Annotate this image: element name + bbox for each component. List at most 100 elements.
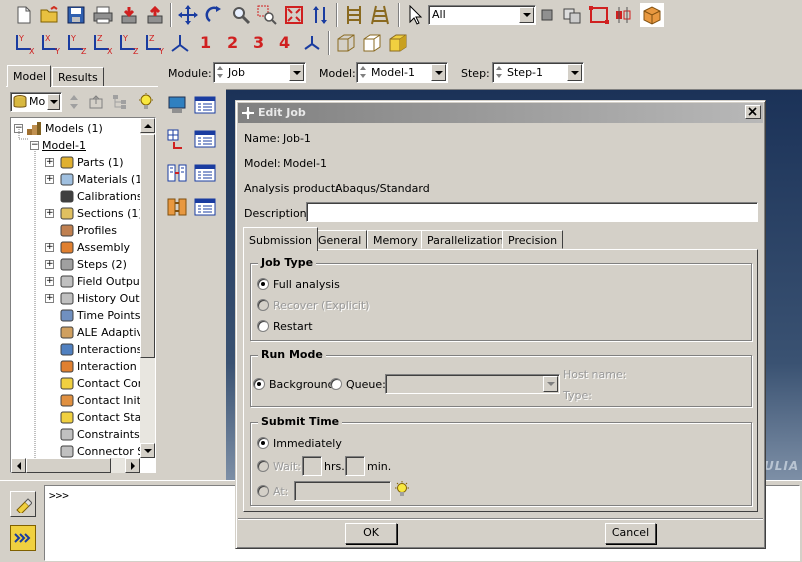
close-button[interactable] xyxy=(745,105,761,119)
module-spin-icon[interactable] xyxy=(216,65,225,80)
tree-filter-select[interactable]: Mo xyxy=(10,92,62,112)
chevron-down-icon[interactable] xyxy=(289,64,304,81)
select-cursor-icon[interactable] xyxy=(404,3,428,27)
csys-1-button[interactable]: 1 xyxy=(200,33,211,52)
csys-axes-icon[interactable] xyxy=(300,31,324,55)
wait-label: Wait: xyxy=(273,460,301,473)
tree-node-label: Profiles xyxy=(77,224,117,237)
module-select[interactable]: Job xyxy=(213,62,306,83)
recover-explicit-radio[interactable] xyxy=(257,299,269,311)
svg-text:Z: Z xyxy=(133,47,139,54)
move-up-down-icon[interactable] xyxy=(62,90,86,114)
select-group-icon[interactable] xyxy=(562,3,586,27)
background-radio[interactable] xyxy=(253,378,265,390)
magnify-icon[interactable] xyxy=(229,3,253,27)
chevron-down-icon[interactable] xyxy=(47,94,60,110)
python-prompt-icon[interactable] xyxy=(10,525,36,551)
open-folder-icon[interactable] xyxy=(38,3,62,27)
tree-structure-icon[interactable] xyxy=(108,90,132,114)
toggle-datum-icon[interactable] xyxy=(368,3,392,27)
model-select[interactable]: Model-1 xyxy=(356,62,448,83)
csys-xz-icon[interactable]: ZX xyxy=(90,31,114,55)
restart-radio[interactable] xyxy=(257,320,269,332)
model-label: Model: xyxy=(319,67,356,80)
optimization-manager-icon[interactable] xyxy=(193,195,217,219)
rotate-icon[interactable] xyxy=(203,3,227,27)
adaptivity-create-icon[interactable] xyxy=(165,127,189,151)
step-spin-icon[interactable] xyxy=(495,65,504,80)
cancel-button[interactable]: Cancel xyxy=(605,523,656,544)
export-icon[interactable] xyxy=(143,3,167,27)
box-zoom-icon[interactable] xyxy=(255,3,279,27)
full-analysis-radio[interactable] xyxy=(257,278,269,290)
model-value: Model-1 xyxy=(371,66,415,79)
time-bulb-icon[interactable] xyxy=(394,481,410,499)
select-box-icon[interactable] xyxy=(640,3,664,27)
description-input[interactable] xyxy=(306,202,758,222)
csys-zx-icon[interactable]: YZ xyxy=(64,31,88,55)
at-radio[interactable] xyxy=(257,485,269,497)
go-up-icon[interactable] xyxy=(84,90,108,114)
csys-2-button[interactable]: 2 xyxy=(227,33,238,52)
drag-shape-icon[interactable] xyxy=(588,3,612,27)
highlight-bulb-icon[interactable] xyxy=(134,90,158,114)
shaded-icon[interactable] xyxy=(386,31,410,55)
tab-parallelization[interactable]: Parallelization xyxy=(421,230,510,249)
at-time-input[interactable] xyxy=(294,481,391,501)
coexecution-create-icon[interactable] xyxy=(165,161,189,185)
dialog-title-bar[interactable]: Edit Job xyxy=(238,103,763,123)
message-area-toggle-icon[interactable] xyxy=(10,491,36,517)
tree-vertical-scrollbar[interactable] xyxy=(140,118,155,458)
model-spin-icon[interactable] xyxy=(359,65,368,80)
optimization-create-icon[interactable] xyxy=(165,195,189,219)
print-icon[interactable] xyxy=(91,3,115,27)
step-select[interactable]: Step-1 xyxy=(492,62,584,83)
import-icon[interactable] xyxy=(117,3,141,27)
adaptivity-manager-icon[interactable] xyxy=(193,127,217,151)
chevron-down-icon[interactable] xyxy=(567,64,582,81)
selection-filter-select[interactable]: All xyxy=(428,5,536,25)
tab-model[interactable]: Model xyxy=(7,65,51,87)
scroll-thumb[interactable] xyxy=(140,134,155,358)
description-label: Description: xyxy=(244,207,311,220)
selection-options-icon[interactable] xyxy=(535,3,559,27)
coexecution-manager-icon[interactable] xyxy=(193,161,217,185)
chevron-down-icon[interactable] xyxy=(431,64,446,81)
csys-3-button[interactable]: 3 xyxy=(253,33,264,52)
tab-precision[interactable]: Precision xyxy=(502,230,564,249)
new-file-icon[interactable] xyxy=(12,3,36,27)
cycle-views-icon[interactable] xyxy=(308,3,332,27)
tab-general[interactable]: General xyxy=(312,230,368,249)
tab-submission[interactable]: Submission xyxy=(243,227,318,251)
ok-button[interactable]: OK xyxy=(345,523,397,544)
save-icon[interactable] xyxy=(64,3,88,27)
selection-depth-icon[interactable] xyxy=(614,3,638,27)
tab-memory[interactable]: Memory xyxy=(367,230,424,249)
csys-yz-icon[interactable]: XY xyxy=(38,31,62,55)
tree-horizontal-scrollbar[interactable] xyxy=(11,458,140,473)
tab-results[interactable]: Results xyxy=(52,67,104,87)
hidden-line-icon[interactable] xyxy=(360,31,384,55)
full-analysis-label: Full analysis xyxy=(273,278,340,291)
job-manager-icon[interactable] xyxy=(193,93,217,117)
csys-xy-icon[interactable]: YX xyxy=(12,31,36,55)
chevron-down-icon[interactable] xyxy=(519,7,534,23)
toggle-partition-icon[interactable] xyxy=(342,3,366,27)
csys-iso-icon[interactable] xyxy=(168,31,192,55)
csys-4-button[interactable]: 4 xyxy=(279,33,290,52)
csys-z2-icon[interactable]: ZY xyxy=(142,31,166,55)
auto-fit-icon[interactable] xyxy=(282,3,306,27)
job-create-icon[interactable] xyxy=(165,93,189,117)
scroll-thumb[interactable] xyxy=(26,458,111,473)
context-bar: Module: Job Model: Model-1 Step: Step-1 xyxy=(160,59,802,87)
chevron-down-icon[interactable] xyxy=(543,376,558,392)
queue-select[interactable] xyxy=(385,374,560,394)
pan-icon[interactable] xyxy=(176,3,200,27)
wait-hours-input[interactable] xyxy=(302,456,322,476)
immediately-radio[interactable] xyxy=(257,437,269,449)
wait-radio[interactable] xyxy=(257,460,269,472)
csys-zy-icon[interactable]: YZ xyxy=(116,31,140,55)
wireframe-icon[interactable] xyxy=(334,31,358,55)
wait-minutes-input[interactable] xyxy=(345,456,365,476)
queue-radio[interactable] xyxy=(330,378,342,390)
